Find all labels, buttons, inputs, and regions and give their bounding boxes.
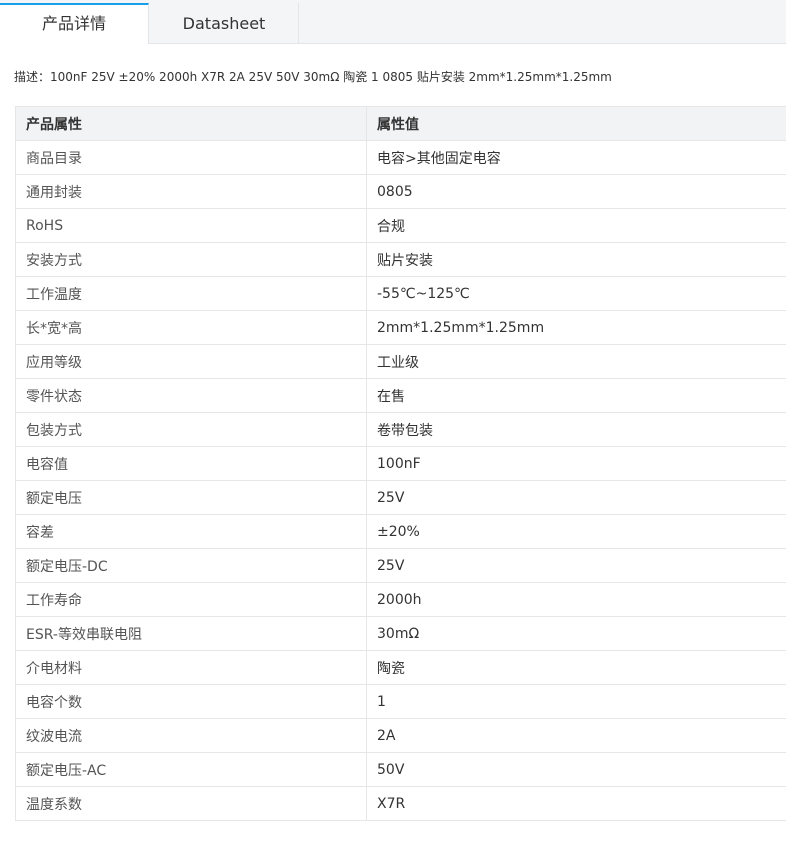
attribute-name: 工作寿命 (15, 582, 367, 617)
table-row: RoHS 合规 (15, 208, 786, 243)
table-row: 应用等级 工业级 (15, 344, 786, 379)
attribute-name: ESR-等效串联电阻 (15, 616, 367, 651)
attribute-value: 25V (366, 480, 786, 515)
attribute-value: 贴片安装 (366, 242, 786, 277)
attribute-name: 额定电压 (15, 480, 367, 515)
table-row: ESR-等效串联电阻 30mΩ (15, 616, 786, 651)
table-row: 商品目录 电容>其他固定电容 (15, 140, 786, 175)
attribute-value: 30mΩ (366, 616, 786, 651)
attribute-value: 1 (366, 684, 786, 719)
table-row: 工作寿命 2000h (15, 582, 786, 617)
table-row: 温度系数 X7R (15, 786, 786, 821)
attribute-value: 0805 (366, 174, 786, 209)
attribute-name: 容差 (15, 514, 367, 549)
table-row: 工作温度 -55℃~125℃ (15, 276, 786, 311)
attribute-name: RoHS (15, 208, 367, 243)
table-row: 额定电压-AC 50V (15, 752, 786, 787)
header-attribute: 产品属性 (15, 106, 367, 141)
attribute-value: 2mm*1.25mm*1.25mm (366, 310, 786, 345)
table-row: 电容个数 1 (15, 684, 786, 719)
table-row: 纹波电流 2A (15, 718, 786, 753)
attribute-value: 合规 (366, 208, 786, 243)
product-description: 描述：100nF 25V ±20% 2000h X7R 2A 25V 50V 3… (14, 70, 612, 84)
attribute-value: X7R (366, 786, 786, 821)
table-row: 长*宽*高 2mm*1.25mm*1.25mm (15, 310, 786, 345)
attribute-name: 纹波电流 (15, 718, 367, 753)
attribute-name: 电容值 (15, 446, 367, 481)
attribute-name: 零件状态 (15, 378, 367, 413)
attribute-name: 安装方式 (15, 242, 367, 277)
table-row: 包装方式 卷带包装 (15, 412, 786, 447)
attribute-name: 温度系数 (15, 786, 367, 821)
attribute-value: ±20% (366, 514, 786, 549)
attribute-name: 应用等级 (15, 344, 367, 379)
table-row: 额定电压 25V (15, 480, 786, 515)
table-row: 容差 ±20% (15, 514, 786, 549)
attribute-name: 通用封装 (15, 174, 367, 209)
attribute-name: 电容个数 (15, 684, 367, 719)
header-value: 属性值 (366, 106, 786, 141)
attribute-name: 商品目录 (15, 140, 367, 175)
tab-product-details[interactable]: 产品详情 (0, 3, 149, 44)
attribute-value: 工业级 (366, 344, 786, 379)
attribute-value: 2000h (366, 582, 786, 617)
attribute-value: 陶瓷 (366, 650, 786, 685)
table-row: 电容值 100nF (15, 446, 786, 481)
table-row: 介电材料 陶瓷 (15, 650, 786, 685)
attribute-name: 长*宽*高 (15, 310, 367, 345)
attribute-name: 额定电压-AC (15, 752, 367, 787)
attribute-value: 在售 (366, 378, 786, 413)
tab-datasheet[interactable]: Datasheet (150, 3, 299, 44)
attribute-value: 卷带包装 (366, 412, 786, 447)
attribute-name: 介电材料 (15, 650, 367, 685)
attribute-name: 工作温度 (15, 276, 367, 311)
attribute-value: 电容>其他固定电容 (366, 140, 786, 175)
attribute-value: 50V (366, 752, 786, 787)
product-attributes-table: 产品属性 属性值 商品目录 电容>其他固定电容 通用封装 0805 RoHS 合规 安… (15, 106, 786, 821)
table-row: 零件状态 在售 (15, 378, 786, 413)
table-row: 通用封装 0805 (15, 174, 786, 209)
table-header-row: 产品属性 属性值 (15, 106, 786, 141)
table-row: 额定电压-DC 25V (15, 548, 786, 583)
tab-bar: 产品详情 Datasheet (0, 0, 786, 44)
table-row: 安装方式 贴片安装 (15, 242, 786, 277)
attribute-value: 2A (366, 718, 786, 753)
attribute-value: -55℃~125℃ (366, 276, 786, 311)
attribute-value: 100nF (366, 446, 786, 481)
attribute-name: 额定电压-DC (15, 548, 367, 583)
attribute-value: 25V (366, 548, 786, 583)
attribute-name: 包装方式 (15, 412, 367, 447)
